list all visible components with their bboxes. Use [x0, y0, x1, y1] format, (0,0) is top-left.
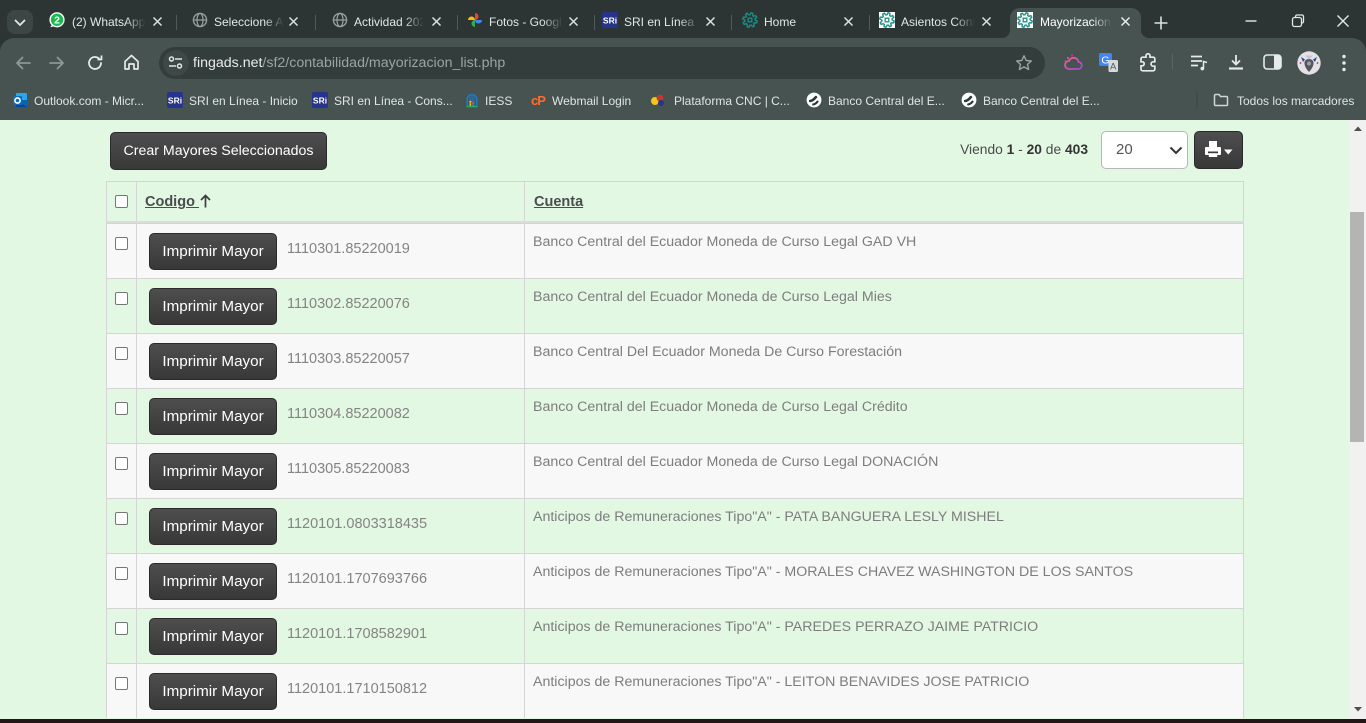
- svg-text:G: G: [1101, 55, 1109, 67]
- svg-text:SRi: SRi: [313, 96, 327, 106]
- svg-text:cP: cP: [531, 93, 546, 108]
- svg-text:A: A: [1110, 62, 1117, 73]
- svg-text:SRi: SRi: [168, 96, 182, 106]
- svg-text:2: 2: [54, 15, 60, 27]
- svg-text:SRi: SRi: [603, 16, 617, 26]
